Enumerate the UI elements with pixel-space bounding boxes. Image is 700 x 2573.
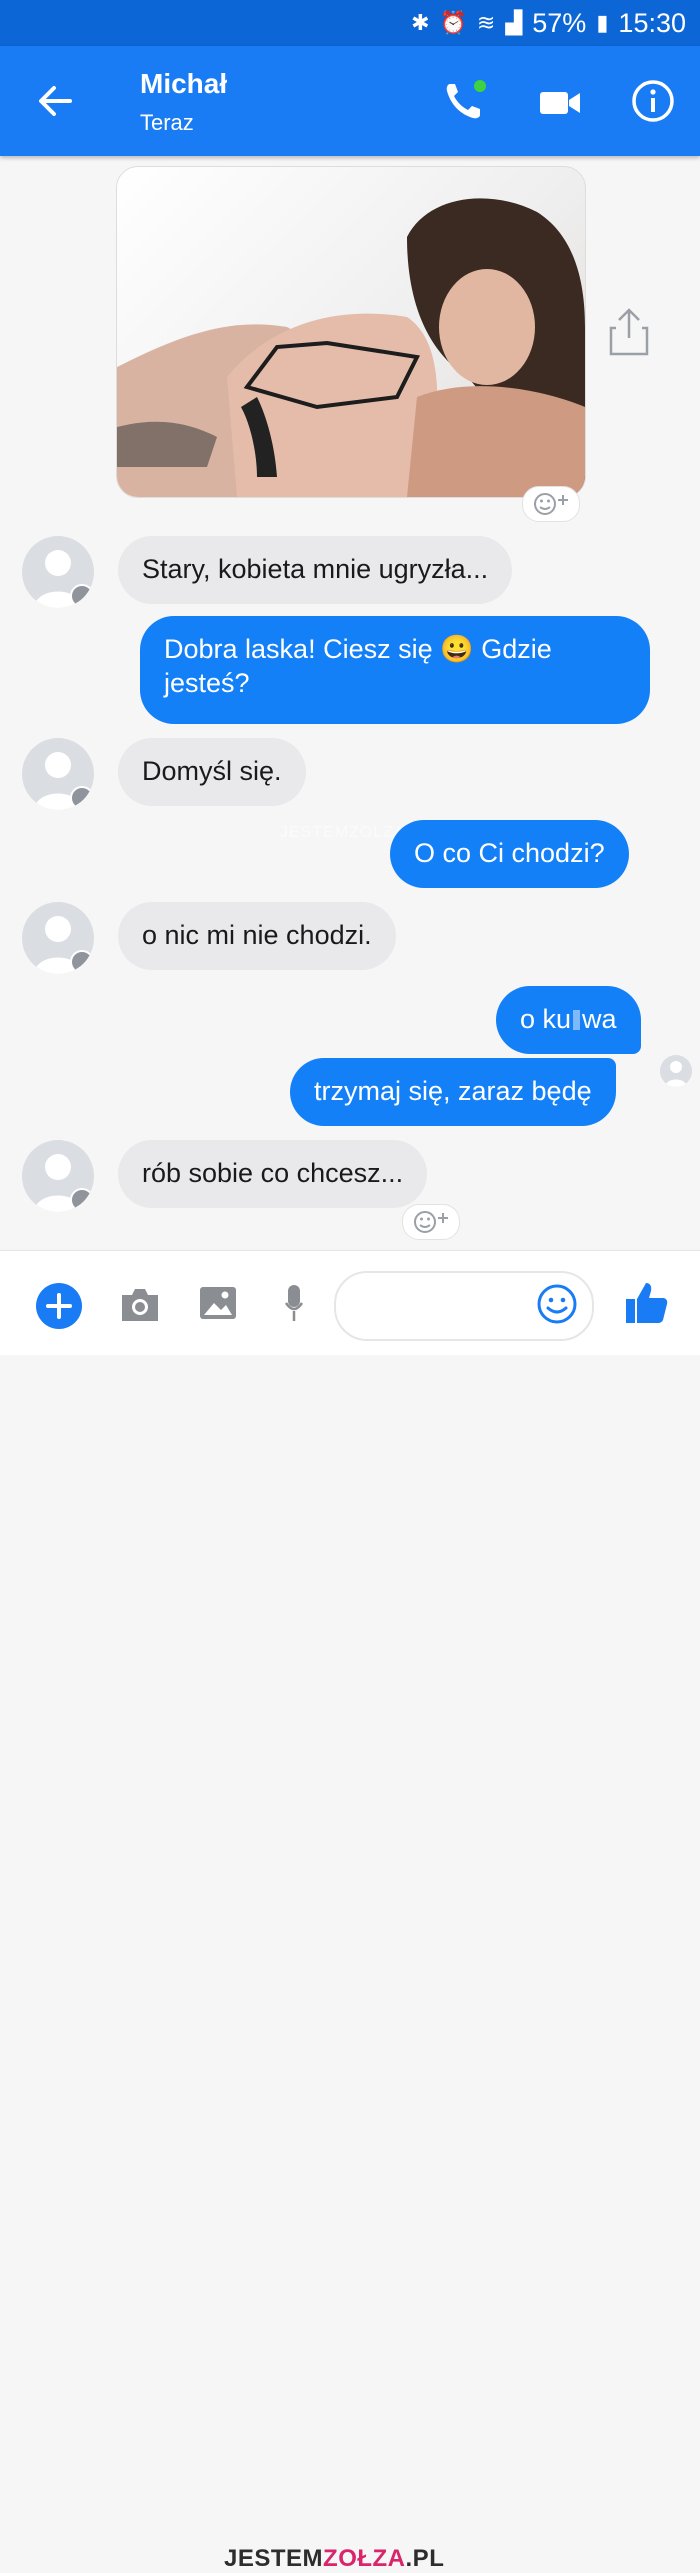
messenger-badge-icon: [70, 1188, 94, 1212]
phone-icon[interactable]: [440, 78, 490, 124]
contact-avatar[interactable]: [22, 902, 94, 974]
shared-photo[interactable]: [116, 166, 586, 498]
messenger-badge-icon: [70, 584, 94, 608]
back-icon[interactable]: [30, 76, 80, 126]
outgoing-message[interactable]: o ku wa: [496, 986, 641, 1054]
message-line: jesteś?: [164, 668, 250, 698]
reaction-smile-icon: [534, 493, 568, 515]
contact-avatar[interactable]: [22, 536, 94, 608]
message-list[interactable]: Stary, kobieta mnie ugryzła... Dobra las…: [0, 156, 700, 1250]
user-silhouette-icon: [665, 1061, 687, 1087]
status-bar: ✱ ⏰ ≋ ▟ 57% ▮ 15:30: [0, 0, 700, 46]
message-line: Dobra laska! Ciesz się 😀 Gdzie: [164, 634, 552, 664]
contact-status: Teraz: [140, 110, 194, 135]
message-text: wa: [582, 1004, 617, 1034]
contact-avatar[interactable]: [22, 1140, 94, 1212]
signal-icon: ▟: [505, 10, 523, 35]
message-composer: JESTEMZOŁZA.PL: [0, 1250, 700, 2572]
contact-avatar[interactable]: [22, 738, 94, 810]
alarm-icon: ⏰: [439, 10, 467, 35]
watermark-part: JESTEM: [224, 2545, 324, 2572]
messenger-badge-icon: [70, 786, 94, 810]
bluetooth-icon: ✱: [411, 10, 430, 35]
watermark-part-accent: ZOŁZA: [323, 2545, 406, 2572]
battery-icon: ▮: [596, 10, 609, 35]
add-reaction-button[interactable]: [402, 1204, 460, 1240]
image-icon[interactable]: [198, 1283, 238, 1323]
message-text: o ku: [520, 1004, 572, 1034]
incoming-message[interactable]: Domyśl się.: [118, 738, 306, 806]
outgoing-message[interactable]: O co Ci chodzi?: [390, 820, 629, 888]
contact-name[interactable]: Michał: [140, 68, 227, 100]
mic-icon[interactable]: [284, 1281, 304, 1325]
wifi-icon: ≋: [476, 10, 496, 35]
watermark-logo: JESTEMZOŁZA.PL: [224, 2545, 444, 2573]
more-actions-button[interactable]: [36, 1283, 82, 1329]
seen-indicator-avatar: [660, 1055, 692, 1087]
emoji-icon[interactable]: [536, 1283, 578, 1325]
plus-icon: [46, 1293, 72, 1319]
info-icon[interactable]: [630, 78, 676, 124]
incoming-message[interactable]: o nic mi nie chodzi.: [118, 902, 396, 970]
battery-level: 57%: [532, 7, 587, 38]
conversation-header: Michał Teraz: [0, 46, 700, 156]
incoming-message[interactable]: rób sobie co chcesz...: [118, 1140, 428, 1208]
messenger-badge-icon: [70, 950, 94, 974]
share-icon[interactable]: [606, 306, 652, 358]
video-icon[interactable]: [536, 80, 586, 126]
photo-illustration: [117, 198, 585, 497]
reaction-smile-icon: [414, 1211, 448, 1233]
incoming-message[interactable]: Stary, kobieta mnie ugryzła...: [118, 536, 513, 604]
clock: 15:30: [618, 7, 686, 38]
censor-mark: [573, 1010, 581, 1030]
thumbs-up-icon[interactable]: [622, 1279, 670, 1327]
outgoing-message[interactable]: trzymaj się, zaraz będę: [290, 1058, 616, 1126]
add-reaction-button[interactable]: [522, 486, 580, 522]
outgoing-message[interactable]: Dobra laska! Ciesz się 😀 Gdzie jesteś?: [140, 616, 650, 724]
watermark-part: .PL: [405, 2545, 445, 2572]
camera-icon[interactable]: [118, 1285, 162, 1325]
